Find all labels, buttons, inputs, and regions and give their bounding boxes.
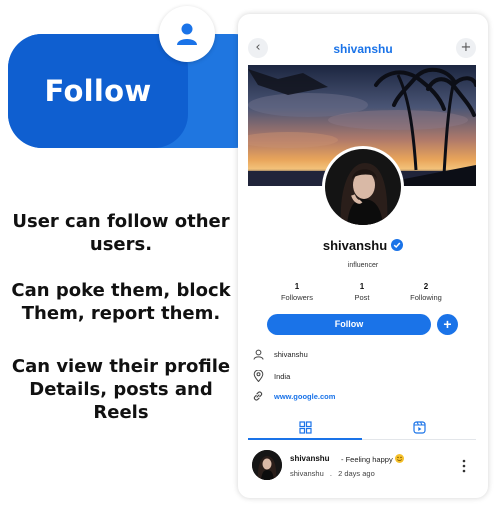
page-title: shivanshu — [333, 42, 393, 56]
stat-label: Post — [354, 293, 370, 302]
post-meta: shivanshu . 2 days ago — [290, 469, 375, 478]
promo-line: Details, posts and — [29, 379, 213, 400]
promo-line: Can poke them, block — [11, 280, 231, 301]
reels-icon — [412, 420, 426, 434]
detail-username: shivanshu — [250, 346, 308, 362]
user-icon — [177, 23, 197, 45]
avatar-image — [325, 149, 401, 225]
profile-avatar[interactable] — [322, 146, 404, 228]
more-actions-button[interactable]: + — [437, 314, 458, 335]
post-author-avatar[interactable] — [252, 450, 282, 480]
detail-location-text: India — [274, 371, 291, 381]
post-sub-author: shivanshu — [290, 469, 324, 478]
promo-text-profile: Can view their profile Details, posts an… — [8, 355, 234, 424]
link-icon — [250, 388, 266, 404]
tab-posts-grid[interactable] — [248, 414, 362, 440]
back-button[interactable]: ‹ — [248, 38, 268, 58]
promo-title: Follow — [44, 74, 152, 108]
happy-emoji-icon — [394, 454, 404, 463]
profile-name: shivanshu — [322, 238, 388, 253]
promo-line: users. — [89, 234, 153, 255]
top-bar: ‹ shivanshu + — [238, 14, 488, 64]
stat-following[interactable]: 2 Following — [394, 282, 458, 302]
location-pin-icon — [250, 368, 266, 384]
post-feeling: - Feeling happy — [341, 454, 404, 464]
stat-label: Following — [410, 293, 442, 302]
stat-value: 2 — [423, 282, 429, 291]
verified-badge-icon — [391, 239, 404, 251]
active-tab-indicator — [248, 438, 362, 440]
stat-label: Followers — [280, 293, 314, 302]
chevron-left-icon: ‹ — [255, 40, 261, 55]
promo-text-actions: Can poke them, block Them, report them. — [8, 279, 234, 325]
post-author-name[interactable]: shivanshu — [290, 454, 330, 463]
promo-line: Them, report them. — [21, 303, 221, 324]
promo-text-follow: User can follow other users. — [8, 210, 234, 256]
profile-name-row: shivanshu — [238, 238, 488, 253]
content-tabs — [248, 414, 476, 440]
promo-line: Can view their profile — [11, 356, 231, 377]
profile-bio: influencer — [347, 262, 379, 269]
detail-location: India — [250, 368, 290, 384]
tab-reels[interactable] — [362, 414, 476, 440]
plus-icon: + — [460, 40, 472, 55]
website-link[interactable]: www.google.com — [274, 392, 335, 401]
detail-username-text: shivanshu — [274, 349, 308, 359]
detail-website[interactable]: www.google.com — [250, 388, 335, 404]
promo-line: Reels — [93, 402, 149, 423]
stat-followers[interactable]: 1 Followers — [265, 282, 329, 302]
add-button[interactable]: + — [456, 38, 476, 58]
promo-line: User can follow other — [12, 211, 230, 232]
more-vertical-icon — [462, 459, 466, 473]
user-outline-icon — [250, 346, 266, 362]
follow-button[interactable]: Follow — [267, 314, 431, 335]
stat-value: 1 — [359, 282, 365, 291]
post-feeling-text: - Feeling happy — [341, 455, 393, 464]
post-menu-button[interactable] — [460, 458, 468, 474]
post-meta-separator: . — [329, 469, 332, 478]
plus-icon: + — [443, 316, 452, 332]
stat-value: 1 — [294, 282, 300, 291]
grid-icon — [298, 420, 312, 434]
post-time: 2 days ago — [338, 469, 375, 478]
post-item[interactable]: shivanshu - Feeling happy shivanshu . 2 … — [238, 444, 488, 490]
stat-posts[interactable]: 1 Post — [330, 282, 394, 302]
phone-screen: ‹ shivanshu + shivanshu influencer 1 Fol… — [238, 14, 488, 498]
promo-user-badge — [159, 6, 215, 62]
